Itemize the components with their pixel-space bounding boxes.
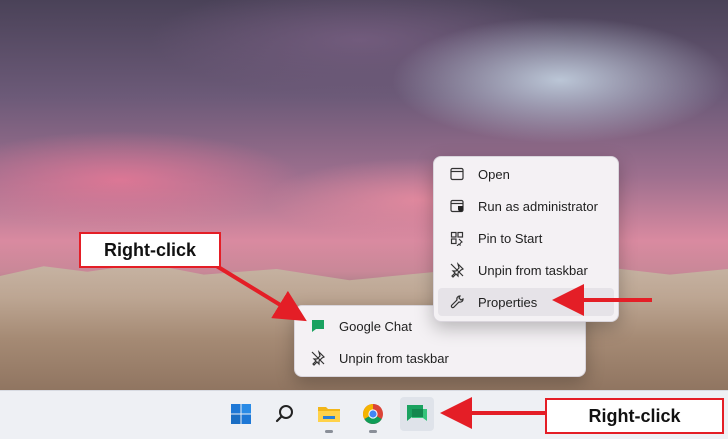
arrow-to-google-chat: [208, 260, 307, 322]
callout-right-click-top: Right-click: [79, 232, 221, 268]
annotation-arrows: [208, 260, 652, 429]
callout-right-click-bottom: Right-click: [545, 398, 724, 434]
